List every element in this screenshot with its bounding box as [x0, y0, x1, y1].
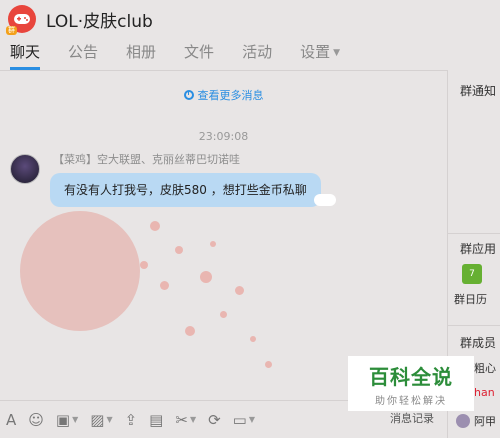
font-icon[interactable]: A [6, 411, 16, 429]
tab-settings[interactable]: 设置 ▼ [300, 38, 340, 70]
window-title: LOL·皮肤club [46, 11, 153, 32]
background-dot [200, 271, 212, 283]
watermark: 百科全说 助你轻松解决 [348, 356, 474, 411]
chat-area: 查看更多消息 23:09:08 【菜鸡】空大联盟、克丽丝蒂巴切诺哇 有没有人打我… [0, 70, 447, 400]
background-dot [220, 311, 227, 318]
clock-icon [183, 90, 194, 100]
gift-icon[interactable]: ▤ [149, 411, 163, 429]
scissors-icon[interactable]: ✂ ▼ [175, 411, 196, 429]
cloud-decoration [314, 194, 336, 206]
group-apps-title: 群应用 [460, 242, 497, 256]
sender-name[interactable]: 【菜鸡】空大联盟、克丽丝蒂巴切诺哇 [53, 151, 240, 167]
calendar-icon[interactable]: 7 [462, 264, 482, 284]
group-avatar[interactable]: 群 [6, 5, 36, 35]
image-icon[interactable]: ▨ ▼ [90, 411, 112, 429]
watermark-sub: 助你轻松解决 [375, 395, 447, 407]
group-calendar-label[interactable]: 群日历 [454, 291, 487, 307]
member-name: 粗心 [474, 362, 496, 375]
gift-card-icon[interactable]: ▣ ▼ [56, 411, 78, 429]
title-bar: 群 LOL·皮肤club [0, 0, 500, 38]
member-name: 阿甲 [474, 415, 496, 428]
background-dot [210, 241, 216, 247]
group-members-title: 群成员 [460, 336, 497, 350]
shake-icon[interactable]: ⟳ [208, 411, 221, 429]
gamepad-icon [14, 14, 30, 24]
tab-bar: 聊天 公告 相册 文件 活动 设置 ▼ [0, 38, 500, 70]
tab-album[interactable]: 相册 [126, 38, 156, 70]
chevron-down-icon: ▼ [333, 47, 341, 58]
background-planet [20, 211, 140, 331]
tab-files[interactable]: 文件 [184, 38, 214, 70]
background-dot [265, 361, 272, 368]
watermark-main: 百科全说 [369, 364, 453, 389]
divider [448, 233, 500, 234]
member-item[interactable]: 阿甲 [456, 413, 496, 429]
tab-activities[interactable]: 活动 [242, 38, 272, 70]
view-more-messages-link[interactable]: 查看更多消息 [0, 87, 447, 103]
background-dot [185, 326, 195, 336]
background-dot [160, 281, 169, 290]
message-history-button[interactable]: 消息记录 [390, 410, 434, 426]
avatar [456, 414, 470, 428]
tab-chat[interactable]: 聊天 [10, 38, 41, 70]
view-more-messages-label: 查看更多消息 [197, 89, 264, 102]
background-dot [250, 336, 256, 342]
member-name: han [474, 386, 495, 399]
emoji-icon[interactable]: ☺ [28, 411, 44, 429]
group-tag: 群 [6, 26, 17, 35]
background-dot [235, 286, 244, 295]
background-dot [175, 246, 183, 254]
message-timestamp: 23:09:08 [198, 130, 249, 143]
calendar-day: 7 [469, 269, 475, 279]
background-dot [140, 261, 148, 269]
tab-settings-label: 设置 [300, 43, 331, 61]
screen-icon[interactable]: ▭ ▼ [233, 411, 255, 429]
sender-avatar[interactable] [10, 154, 40, 184]
message-bubble[interactable]: 有没有人打我号，皮肤580 ，想打些金币私聊 [50, 173, 321, 207]
group-notice-title[interactable]: 群通知 [460, 82, 496, 99]
background-dot [150, 221, 160, 231]
tab-announcement[interactable]: 公告 [68, 38, 98, 70]
divider [448, 325, 500, 326]
upload-icon[interactable]: ⇪ [125, 411, 138, 429]
